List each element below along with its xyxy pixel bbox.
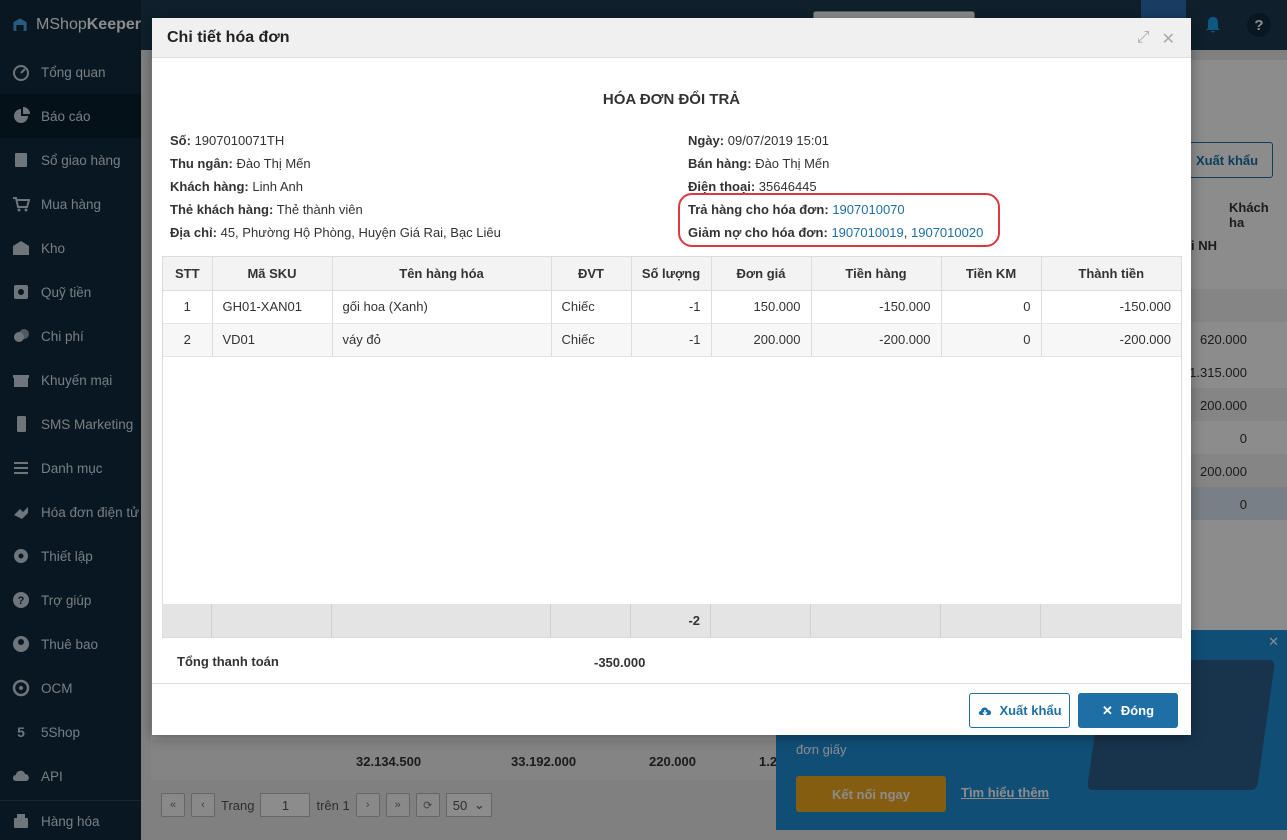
info-label: Bán hàng: xyxy=(688,156,752,171)
table-cell: 200.000 xyxy=(711,323,812,357)
modal-header: Chi tiết hóa đơn ⤢ ✕ xyxy=(152,18,1191,58)
info-label: Thu ngân: xyxy=(170,156,233,171)
table-footer-cell xyxy=(332,604,551,637)
info-label: Điện thoại: xyxy=(688,179,756,194)
info-row: Thu ngân: Đào Thị Mến xyxy=(170,152,501,175)
close-icon[interactable]: ✕ xyxy=(1162,29,1175,49)
table-cell: -200.000 xyxy=(1041,323,1181,357)
table-cell: GH01-XAN01 xyxy=(212,290,333,324)
table-row[interactable]: 2 VD01 váy đỏ Chiếc -1 200.000 -200.000 0 -200.0… xyxy=(163,323,1181,357)
info-row: Thẻ khách hàng: Thẻ thành viên xyxy=(170,198,501,221)
table-cell: -150.000 xyxy=(811,290,942,324)
column-header[interactable]: Tiền hàng xyxy=(811,257,942,291)
close-button[interactable]: ✕ Đóng xyxy=(1078,693,1178,728)
info-value: Đào Thị Mến xyxy=(236,156,311,171)
column-header[interactable]: Thành tiền xyxy=(1041,257,1181,291)
table-cell: 2 xyxy=(163,323,213,357)
invoice-info-left: Số: 1907010071TH Thu ngân: Đào Thị Mến Khá… xyxy=(170,129,501,244)
table-row[interactable]: 1 GH01-XAN01 gối hoa (Xanh) Chiếc -1 150.000-… xyxy=(163,290,1181,324)
export-button[interactable]: Xuất khẩu xyxy=(969,693,1070,728)
table-footer-cell xyxy=(163,604,212,637)
modal-title: Chi tiết hóa đơn xyxy=(167,28,290,46)
table-cell: 0 xyxy=(941,323,1042,357)
info-value: 35646445 xyxy=(758,179,817,194)
table-body: 1 GH01-XAN01 gối hoa (Xanh) Chiếc -1 150.000-… xyxy=(163,290,1181,357)
info-row: Bán hàng: Đào Thị Mến xyxy=(688,152,983,175)
table-footer-cell xyxy=(941,604,1041,637)
info-label: Địa chỉ: xyxy=(170,225,217,240)
info-label: Khách hàng: xyxy=(170,179,249,194)
info-value: 09/07/2019 15:01 xyxy=(727,133,829,148)
table-footer: -2 xyxy=(163,604,1181,637)
table-cell: gối hoa (Xanh) xyxy=(332,290,552,324)
info-row: Ngày: 09/07/2019 15:01 xyxy=(688,129,983,152)
invoice-items-table: STT Mã SKU Tên hàng hóa ĐVT Số lượng Đơn giá T… xyxy=(162,256,1182,638)
table-footer-cell xyxy=(551,604,631,637)
column-header[interactable]: Đơn giá xyxy=(711,257,812,291)
table-cell: 1 xyxy=(163,290,213,324)
table-footer-cell xyxy=(212,604,332,637)
expand-icon[interactable]: ⤢ xyxy=(1137,29,1150,49)
table-cell: 150.000 xyxy=(711,290,812,324)
column-header[interactable]: STT xyxy=(163,257,213,291)
info-value: Đào Thị Mến xyxy=(755,156,830,171)
table-header-row: STT Mã SKU Tên hàng hóa ĐVT Số lượng Đơn giá T… xyxy=(163,257,1181,291)
table-footer-cell xyxy=(711,604,811,637)
table-cell: -1 xyxy=(631,323,712,357)
close-button-label: Đóng xyxy=(1120,703,1155,718)
info-row: Số: 1907010071TH xyxy=(170,129,501,152)
info-value: 45, Phường Hộ Phòng, Huyện Giá Rai, Bạc … xyxy=(220,225,501,240)
column-header[interactable]: Mã SKU xyxy=(212,257,333,291)
table-footer-cell xyxy=(811,604,941,637)
info-value: Thẻ thành viên xyxy=(276,202,363,217)
export-button-label: Xuất khẩu xyxy=(999,703,1062,718)
close-x-icon: ✕ xyxy=(1101,702,1113,718)
total-payment-value: -350.000 xyxy=(594,655,646,670)
table-cell: váy đỏ xyxy=(332,323,552,357)
highlight-annotation xyxy=(678,193,1000,247)
table-cell: VD01 xyxy=(212,323,333,357)
table-cell: Chiếc xyxy=(551,323,632,357)
info-value: Linh Anh xyxy=(252,179,303,194)
modal-header-icons: ⤢ ✕ xyxy=(1137,29,1175,49)
table-footer-quantity: -2 xyxy=(631,604,711,637)
table-cell: Chiếc xyxy=(551,290,632,324)
cloud-download-icon xyxy=(979,706,992,715)
column-header[interactable]: Tên hàng hóa xyxy=(332,257,552,291)
total-payment-label: Tổng thanh toán xyxy=(177,654,279,669)
table-cell: -150.000 xyxy=(1041,290,1181,324)
column-header[interactable]: Tiền KM xyxy=(941,257,1042,291)
info-row: Địa chỉ: 45, Phường Hộ Phòng, Huyện Giá … xyxy=(170,221,501,244)
table-footer-cell xyxy=(1041,604,1181,637)
table-cell: -200.000 xyxy=(811,323,942,357)
info-label: Ngày: xyxy=(688,133,725,148)
table-cell: -1 xyxy=(631,290,712,324)
column-header[interactable]: ĐVT xyxy=(551,257,632,291)
table-cell: 0 xyxy=(941,290,1042,324)
info-label: Số: xyxy=(170,133,191,148)
invoice-detail-modal: Chi tiết hóa đơn ⤢ ✕ HÓA ĐƠN ĐỔI TRẢ Số:… xyxy=(152,18,1191,735)
modal-footer: Xuất khẩu ✕ Đóng xyxy=(152,683,1191,735)
invoice-title: HÓA ĐƠN ĐỔI TRẢ xyxy=(602,91,741,108)
info-value: 1907010071TH xyxy=(194,133,285,148)
column-header[interactable]: Số lượng xyxy=(631,257,712,291)
info-row: Khách hàng: Linh Anh xyxy=(170,175,501,198)
info-label: Thẻ khách hàng: xyxy=(170,202,274,217)
